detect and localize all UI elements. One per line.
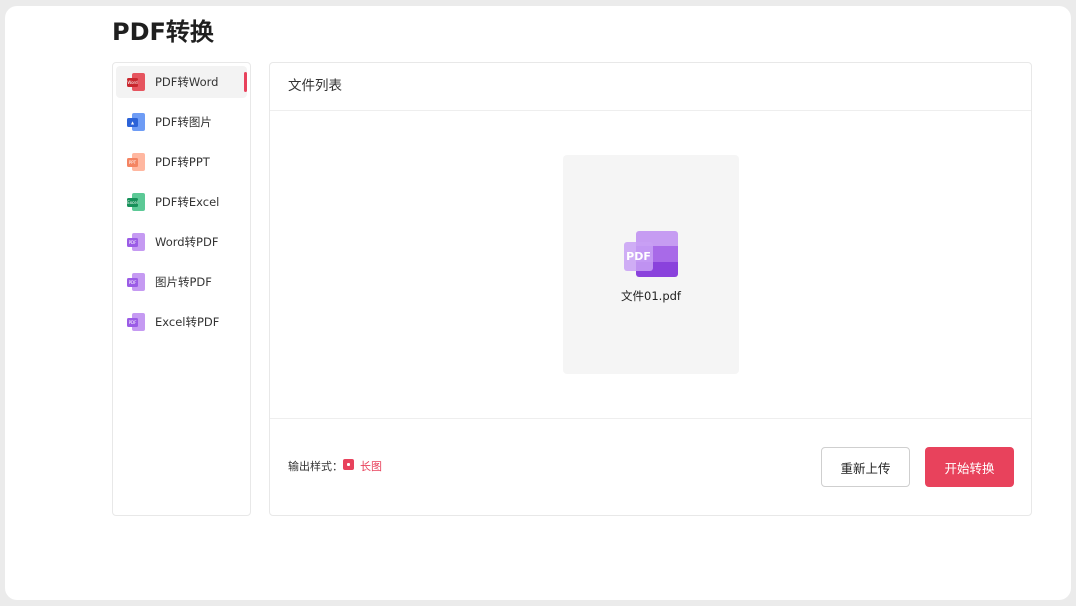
output-style-checkbox[interactable] bbox=[343, 459, 354, 470]
sidebar-item-pdf-to-word[interactable]: Word PDF转Word bbox=[116, 66, 247, 98]
output-style-label: 输出样式： bbox=[288, 460, 343, 473]
main-panel: 文件列表 PDF 文件01.pdf 输出样式： 长图 重新上传 开始转换 bbox=[269, 62, 1032, 516]
sidebar-item-label: PDF转Excel bbox=[155, 195, 220, 209]
pdf-to-word-icon: Word bbox=[127, 73, 145, 91]
app-window: PDF转换 Word PDF转Word ▲ PDF转图片 PPT PDF转PPT bbox=[5, 6, 1071, 600]
file-card[interactable]: PDF 文件01.pdf bbox=[563, 155, 739, 374]
pdf-to-image-icon: ▲ bbox=[127, 113, 145, 131]
sidebar-item-image-to-pdf[interactable]: PDF 图片转PDF bbox=[116, 266, 247, 298]
file-name: 文件01.pdf bbox=[621, 289, 681, 303]
pdf-file-icon: PDF bbox=[624, 231, 678, 279]
sidebar-item-label: Word转PDF bbox=[155, 235, 219, 249]
start-convert-button[interactable]: 开始转换 bbox=[925, 447, 1014, 487]
pdf-to-ppt-icon: PPT bbox=[127, 153, 145, 171]
pdf-file-icon-label: PDF bbox=[624, 242, 653, 271]
reupload-button[interactable]: 重新上传 bbox=[821, 447, 910, 487]
sidebar-item-label: 图片转PDF bbox=[155, 275, 212, 289]
sidebar-item-pdf-to-excel[interactable]: Excel PDF转Excel bbox=[116, 186, 247, 218]
sidebar-item-label: PDF转Word bbox=[155, 75, 219, 89]
image-to-pdf-icon: PDF bbox=[127, 273, 145, 291]
sidebar-item-label: PDF转图片 bbox=[155, 115, 212, 129]
sidebar-item-word-to-pdf[interactable]: PDF Word转PDF bbox=[116, 226, 247, 258]
output-style-option[interactable]: 长图 bbox=[360, 458, 382, 474]
sidebar: Word PDF转Word ▲ PDF转图片 PPT PDF转PPT Excel… bbox=[112, 62, 251, 516]
file-list: PDF 文件01.pdf bbox=[270, 111, 1031, 419]
pdf-to-excel-icon: Excel bbox=[127, 193, 145, 211]
excel-to-pdf-icon: PDF bbox=[127, 313, 145, 331]
sidebar-item-excel-to-pdf[interactable]: PDF Excel转PDF bbox=[116, 306, 247, 338]
file-list-header: 文件列表 bbox=[270, 63, 1031, 111]
sidebar-item-pdf-to-ppt[interactable]: PPT PDF转PPT bbox=[116, 146, 247, 178]
word-to-pdf-icon: PDF bbox=[127, 233, 145, 251]
page-title: PDF转换 bbox=[112, 18, 214, 46]
sidebar-item-label: Excel转PDF bbox=[155, 315, 220, 329]
action-footer: 输出样式： 长图 重新上传 开始转换 bbox=[270, 419, 1031, 515]
sidebar-item-pdf-to-image[interactable]: ▲ PDF转图片 bbox=[116, 106, 247, 138]
sidebar-item-label: PDF转PPT bbox=[155, 155, 210, 169]
